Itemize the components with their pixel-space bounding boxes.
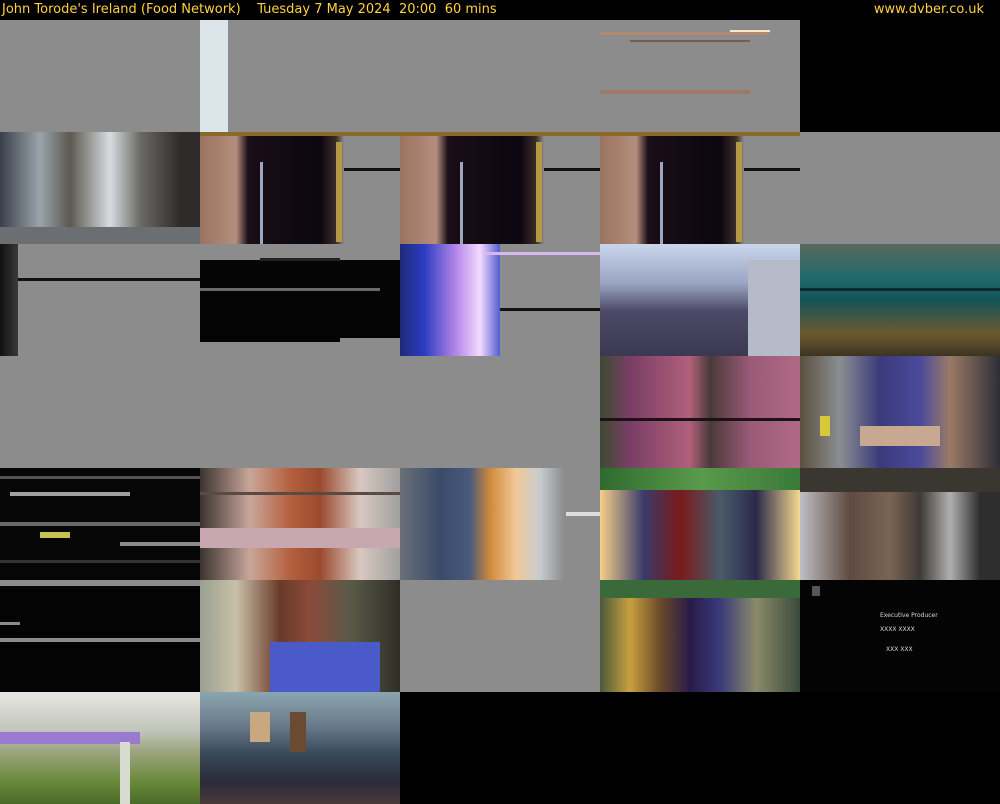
thumbnail-streak [0, 227, 200, 244]
credit-line: XXXX XXXX [880, 626, 915, 633]
thumbnail-streak [600, 418, 800, 421]
thumbnail-streak [200, 20, 228, 132]
thumbnail-streak [0, 560, 200, 563]
thumbnail-22[interactable] [400, 468, 600, 580]
credit-line: Executive Producer [880, 612, 938, 619]
thumbnail-16[interactable] [200, 356, 400, 468]
thumbnail-streak [0, 476, 200, 479]
thumbnail-streak [290, 712, 306, 752]
thumbnail-streak [120, 542, 200, 546]
thumbnail-6[interactable] [200, 132, 400, 244]
thumbnail-streak [600, 90, 750, 94]
thumbnail-streak [0, 622, 20, 625]
site-link[interactable]: www.dvber.co.uk [874, 0, 984, 19]
thumbnail-21[interactable] [200, 468, 400, 580]
thumbnail-12[interactable] [400, 244, 600, 356]
thumbnail-streak [630, 40, 750, 42]
thumbnail-23[interactable] [600, 468, 800, 580]
thumbnail-streak [0, 522, 200, 526]
thumbnail-streak [340, 338, 400, 344]
thumbnail-5[interactable] [0, 132, 200, 244]
thumbnail-1[interactable] [0, 20, 200, 132]
thumbnail-4[interactable] [600, 20, 800, 132]
thumbnail-10[interactable] [0, 244, 200, 356]
thumbnail-24[interactable] [800, 468, 1000, 580]
thumbnail-streak [730, 30, 770, 32]
thumbnail-31[interactable] [200, 692, 400, 804]
thumbnail-15[interactable] [0, 356, 200, 468]
thumbnail-streak [544, 168, 600, 171]
thumbnail-18[interactable] [600, 356, 800, 468]
thumbnail-streak [460, 162, 463, 244]
thumbnail-streak [250, 712, 270, 742]
thumbnail-streak [566, 512, 600, 516]
thumbnail-streak [260, 162, 263, 244]
thumbnail-streak [0, 244, 18, 356]
thumbnail-20[interactable] [0, 468, 200, 580]
thumbnail-streak [500, 308, 600, 311]
thumbnail-streak [820, 416, 830, 436]
thumbnail-streak [736, 142, 742, 242]
thumbnail-streak [748, 260, 800, 356]
thumbnail-streak [600, 468, 800, 490]
thumbnail-streak [270, 642, 380, 692]
thumbnail-streak [800, 468, 1000, 492]
thumbnail-14[interactable] [800, 244, 1000, 356]
header-bar: John Torode's Ireland (Food Network) Tue… [0, 0, 1000, 20]
thumbnail-streak [660, 162, 663, 244]
thumbnail-streak [0, 732, 140, 744]
thumbnail-25[interactable] [0, 580, 200, 692]
thumbnail-streak [10, 492, 130, 496]
thumbnail-30[interactable] [0, 692, 200, 804]
thumbnail-7[interactable] [400, 132, 600, 244]
thumbnail-streak [484, 252, 600, 255]
thumbnail-19[interactable] [800, 356, 1000, 468]
thumbnail-streak [200, 260, 400, 342]
thumbnail-streak [200, 528, 400, 548]
thumbnail-3[interactable] [400, 20, 600, 132]
thumbnail-grid: Executive Producer XXXX XXXX XXX XXX [0, 20, 1000, 804]
thumbnail-streak [600, 580, 800, 598]
thumbnail-streak [0, 580, 200, 586]
credit-line: XXX XXX [886, 646, 913, 653]
thumbnail-streak [200, 492, 400, 495]
thumbnail-streak [260, 258, 340, 261]
thumbnail-27[interactable] [400, 580, 600, 692]
thumbnail-streak [40, 532, 70, 538]
thumbnail-streak [800, 288, 1000, 291]
thumbnail-streak [344, 168, 400, 171]
thumbnail-8[interactable] [600, 132, 800, 244]
thumbnail-26[interactable] [200, 580, 400, 692]
thumbnail-streak [120, 742, 130, 804]
thumbnail-9[interactable] [800, 132, 1000, 244]
thumbnail-17[interactable] [400, 356, 600, 468]
programme-title: John Torode's Ireland (Food Network) Tue… [2, 2, 497, 17]
thumbnail-streak [600, 132, 800, 136]
thumbnail-streak [600, 32, 770, 35]
thumbnail-28[interactable] [600, 580, 800, 692]
thumbnail-streak [200, 288, 380, 291]
thumbnail-streak [860, 426, 940, 446]
thumbnail-streak [200, 132, 400, 136]
thumbnail-streak [536, 142, 542, 242]
thumbnail-13[interactable] [600, 244, 800, 356]
thumbnail-streak [744, 168, 800, 171]
thumbnail-streak [812, 586, 820, 596]
thumbnail-2[interactable] [200, 20, 400, 132]
thumbnail-streak [0, 638, 200, 642]
thumbnail-streak [336, 142, 342, 242]
thumbnail-29[interactable]: Executive Producer XXXX XXXX XXX XXX [800, 580, 1000, 692]
thumbnail-11[interactable] [200, 244, 400, 356]
thumbnail-streak [400, 132, 600, 136]
thumbnail-streak [18, 278, 200, 281]
